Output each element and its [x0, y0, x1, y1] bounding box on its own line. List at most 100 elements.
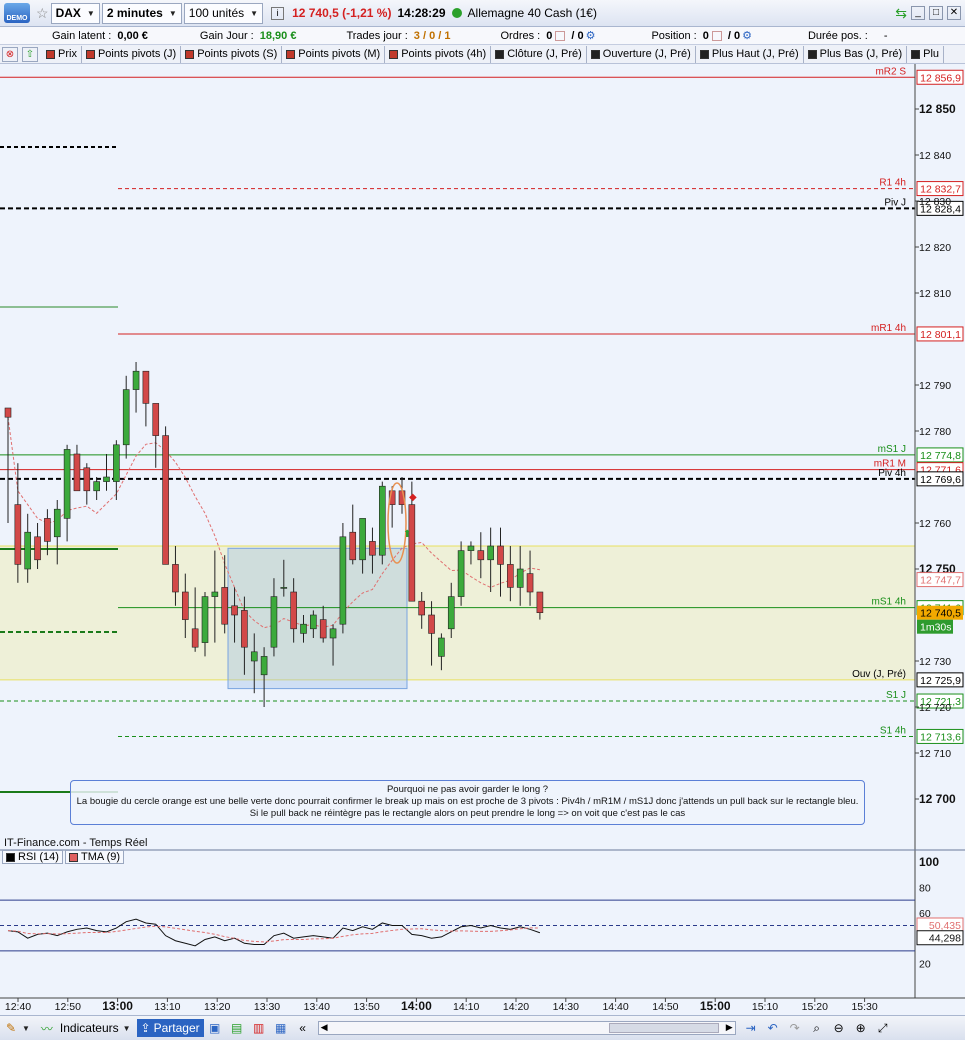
scroll-right-icon[interactable]: ▶ [726, 1022, 733, 1033]
candle-body [221, 587, 228, 625]
level-price: 12 856,9 [920, 72, 961, 84]
rsi-tick-label: 80 [919, 882, 931, 894]
countdown: 1m30s [920, 622, 952, 634]
undo-icon[interactable]: ↶ [764, 1019, 782, 1037]
tab-2[interactable]: Points pivots (S) [181, 45, 283, 63]
candle-body [290, 591, 297, 630]
candle-body [34, 536, 41, 561]
delete-icon[interactable]: ⊗ [2, 46, 18, 62]
candle-body [349, 531, 357, 561]
candle-body [162, 435, 169, 565]
demo-badge-text: DEMO [6, 15, 28, 22]
redo-icon[interactable]: ↷ [786, 1019, 804, 1037]
price-tick-label: 12 830 [919, 196, 951, 208]
candle-body [270, 596, 278, 648]
indicator-legend: RSI (14) TMA (9) [2, 850, 125, 864]
candle-body [526, 573, 534, 593]
indicators-icon[interactable]: 〰 [38, 1019, 56, 1037]
candle-body [241, 610, 248, 648]
pencil-icon[interactable]: ✎ [2, 1019, 20, 1037]
zoom-in-icon[interactable]: ⊕ [852, 1019, 870, 1037]
tab-5[interactable]: Clôture (J, Pré) [491, 45, 587, 63]
tab-0[interactable]: Prix [42, 45, 82, 63]
time-tick-label: 14:00 [401, 999, 432, 1013]
candle-body [487, 545, 494, 561]
rsi-value: 44,298 [929, 933, 961, 945]
edit-position-icon[interactable] [711, 30, 722, 41]
expand-icon[interactable]: ⤢ [874, 1019, 892, 1037]
tab-4[interactable]: Points pivots (4h) [385, 45, 492, 63]
fit-icon[interactable]: ⇥ [742, 1019, 760, 1037]
chart-area[interactable]: mR2 S 12 856,9 R1 4h 12 832,7 Piv J 12 828,4 m… [0, 64, 965, 1013]
chevron-down-icon[interactable]: ▼ [22, 1024, 30, 1033]
indicators-button[interactable]: Indicateurs [60, 1021, 119, 1035]
candle-body [418, 600, 426, 616]
gear-icon[interactable]: ⚙ [586, 29, 596, 42]
tab-1[interactable]: Points pivots (J) [82, 45, 182, 63]
close-icon[interactable]: ✕ [947, 6, 961, 20]
time-tick-label: 13:20 [204, 1001, 230, 1013]
price-tick-label: 12 700 [919, 792, 956, 806]
chevron-down-icon: ▼ [250, 8, 259, 18]
color-swatch-icon [911, 49, 921, 59]
list-icon[interactable]: ▦ [272, 1019, 290, 1037]
zoom-out-icon[interactable]: ⊖ [830, 1019, 848, 1037]
share-icon: ⇪ [140, 1021, 151, 1035]
tab-7[interactable]: Plus Haut (J, Pré) [696, 45, 804, 63]
price-pane [0, 64, 915, 849]
tab-3[interactable]: Points pivots (M) [282, 45, 386, 63]
edit-orders-icon[interactable] [555, 30, 566, 41]
scroll-left-icon[interactable]: ◀ [321, 1022, 328, 1033]
scroll-start-icon[interactable]: « [294, 1019, 312, 1037]
link-icon[interactable]: ⇆ [895, 5, 907, 22]
bottom-toolbar: ✎ ▼ 〰 Indicateurs ▼ ⇪ Partager ▣ ▤ ▥ ▦ « … [0, 1015, 965, 1040]
legend-item-0[interactable]: RSI (14) [2, 850, 63, 864]
zoom-fit-icon[interactable]: ⌕ [808, 1019, 826, 1037]
time-tick-label: 12:40 [5, 1001, 31, 1013]
units-select[interactable]: 100 unités ▼ [183, 2, 264, 24]
tab-9[interactable]: Plu [907, 45, 945, 63]
time-tick-label: 15:20 [802, 1001, 828, 1013]
annotation-note[interactable]: Pourquoi ne pas avoir garder le long ? L… [70, 780, 865, 825]
favorite-star-icon[interactable]: ☆ [36, 5, 49, 22]
legend-item-1[interactable]: TMA (9) [64, 850, 125, 864]
maximize-icon[interactable]: □ [929, 6, 943, 20]
candle-body [428, 614, 435, 634]
candle-body [182, 591, 189, 620]
share-button[interactable]: ⇪ Partager [136, 1019, 204, 1037]
price-chart[interactable]: mR2 S12 856,9R1 4h12 832,7Piv J12 828,4m… [0, 64, 965, 1015]
orders-icon[interactable]: ▥ [250, 1019, 268, 1037]
timeframe-select[interactable]: 2 minutes ▼ [101, 2, 182, 24]
time-tick-label: 15:30 [851, 1001, 877, 1013]
position-label: Position : [651, 29, 697, 42]
chevron-down-icon[interactable]: ▼ [123, 1024, 131, 1033]
symbol-select[interactable]: DAX ▼ [50, 2, 100, 24]
tab-8[interactable]: Plus Bas (J, Pré) [804, 45, 908, 63]
price-tick-label: 12 810 [919, 288, 951, 300]
level-name: mS1 4h [872, 597, 906, 608]
candle-body [300, 623, 307, 634]
candle-body [93, 481, 100, 492]
level-price: 12 801,1 [920, 329, 961, 341]
level-price: 12 774,8 [920, 450, 961, 462]
time-tick-label: 15:00 [700, 999, 731, 1013]
position-value: 0 [702, 29, 709, 42]
tma-price: 12 747,7 [920, 575, 961, 587]
level-name: S1 4h [880, 725, 906, 736]
tab-label: Ouverture (J, Pré) [602, 48, 691, 60]
tab-label: Plus Bas (J, Pré) [819, 48, 903, 60]
minimize-icon[interactable]: _ [911, 6, 925, 20]
candle-body [310, 614, 317, 630]
info-icon[interactable]: i [271, 6, 285, 20]
candle-body [24, 531, 32, 570]
horizontal-scrollbar[interactable]: ◀ ▶ [317, 1021, 736, 1035]
clock-time: 14:28:29 [397, 6, 446, 20]
candle-body [260, 656, 268, 676]
time-tick-label: 14:10 [453, 1001, 479, 1013]
table-icon[interactable]: ▤ [228, 1019, 246, 1037]
scroll-thumb[interactable] [608, 1023, 719, 1033]
tab-6[interactable]: Ouverture (J, Pré) [587, 45, 696, 63]
gear-icon[interactable]: ⚙ [742, 29, 752, 42]
chat-icon[interactable]: ▣ [206, 1019, 224, 1037]
collapse-icon[interactable]: ⇧ [22, 46, 38, 62]
